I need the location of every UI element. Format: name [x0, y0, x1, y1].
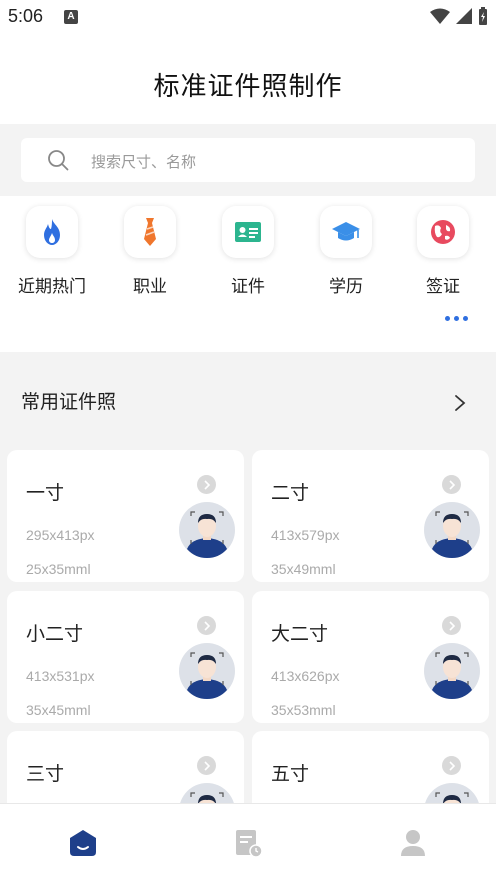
photo-size-card[interactable]: 一寸 295x413px 25x35mml	[7, 450, 244, 582]
page-title: 标准证件照制作	[153, 72, 343, 102]
category-label: 职业	[133, 277, 167, 297]
home-icon	[70, 830, 96, 856]
wifi-icon	[430, 8, 450, 24]
tab-profile[interactable]	[396, 826, 430, 860]
tab-orders[interactable]	[231, 826, 265, 860]
search-input[interactable]: 搜索尺寸、名称	[21, 138, 475, 182]
section-title: 常用证件照	[21, 391, 117, 413]
category-label: 近期热门	[18, 277, 86, 297]
bottom-tab-bar	[0, 803, 496, 881]
avatar-icon	[424, 643, 480, 699]
size-mm: 35x45mml	[26, 702, 91, 718]
size-pixels: 413x626px	[271, 668, 340, 684]
search-placeholder: 搜索尺寸、名称	[91, 153, 197, 171]
size-pixels: 295x413px	[26, 527, 95, 543]
search-icon	[48, 150, 69, 171]
chevron-right-icon	[197, 475, 216, 494]
status-bar: 5:06 A	[0, 0, 496, 34]
globe-icon	[417, 206, 469, 258]
category-label: 证件	[231, 277, 265, 297]
category-label: 签证	[426, 277, 460, 297]
common-photos-header[interactable]: 常用证件照	[0, 352, 496, 450]
size-mm: 35x49mml	[271, 561, 336, 577]
dot	[454, 316, 459, 321]
status-icons	[430, 7, 488, 25]
size-name: 二寸	[271, 482, 310, 504]
notification-badge: A	[64, 10, 78, 24]
chevron-right-icon	[455, 395, 466, 411]
category-label: 学历	[329, 277, 363, 297]
size-name: 五寸	[271, 763, 310, 785]
category-visa[interactable]: 签证	[403, 206, 483, 297]
size-pixels: 413x579px	[271, 527, 340, 543]
size-name: 大二寸	[271, 623, 329, 645]
profile-icon	[401, 830, 425, 856]
size-name: 一寸	[26, 482, 65, 504]
status-time: 5:06	[8, 6, 44, 26]
orders-icon	[236, 830, 263, 858]
photo-size-card[interactable]: 小二寸 413x531px 35x45mml	[7, 591, 244, 723]
tab-home[interactable]	[66, 826, 100, 860]
chevron-right-icon	[197, 756, 216, 775]
photo-size-card[interactable]: 大二寸 413x626px 35x53mml	[252, 591, 489, 723]
category-education[interactable]: 学历	[306, 206, 386, 297]
more-categories-button[interactable]	[445, 316, 468, 321]
flame-icon	[26, 206, 78, 258]
size-mm: 25x35mml	[26, 561, 91, 577]
size-name: 小二寸	[26, 623, 84, 645]
category-profession[interactable]: 职业	[110, 206, 190, 297]
category-row: 近期热门 职业 证件 学历 签证	[0, 196, 496, 352]
chevron-right-icon	[442, 616, 461, 635]
chevron-right-icon	[442, 756, 461, 775]
photo-size-card[interactable]: 二寸 413x579px 35x49mml	[252, 450, 489, 582]
size-mm: 35x53mml	[271, 702, 336, 718]
chevron-right-icon	[442, 475, 461, 494]
avatar-icon	[179, 502, 235, 558]
battery-icon	[479, 7, 487, 25]
search-section: 搜索尺寸、名称	[0, 124, 496, 196]
dot	[463, 316, 468, 321]
size-pixels: 413x531px	[26, 668, 95, 684]
category-id[interactable]: 证件	[208, 206, 288, 297]
avatar-icon	[424, 502, 480, 558]
graduation-cap-icon	[320, 206, 372, 258]
dot	[445, 316, 450, 321]
chevron-right-icon	[197, 616, 216, 635]
header: 标准证件照制作	[0, 34, 496, 124]
category-hot[interactable]: 近期热门	[12, 206, 92, 297]
signal-icon	[456, 8, 472, 24]
size-name: 三寸	[26, 763, 65, 785]
id-card-icon	[222, 206, 274, 258]
necktie-icon	[124, 206, 176, 258]
avatar-icon	[179, 643, 235, 699]
